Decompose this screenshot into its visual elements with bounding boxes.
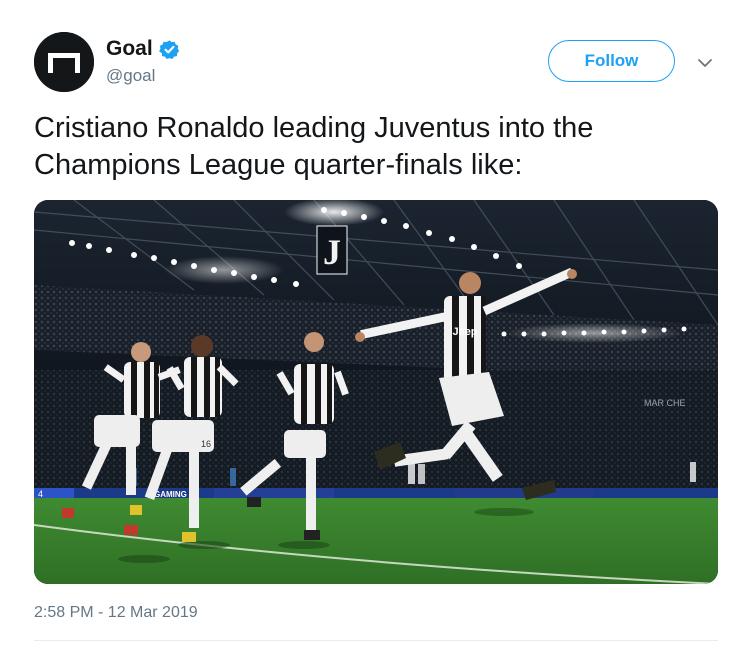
tweet-photo[interactable]: J MAR CHE 4 GAMING 16 Jeep: [34, 200, 718, 584]
shirt-number: 16: [201, 439, 211, 449]
follow-button[interactable]: Follow: [548, 40, 675, 82]
tweet-timestamp[interactable]: 2:58 PM - 12 Mar 2019: [34, 603, 198, 623]
tweet-card: Goal @goal Follow Cristiano Ronaldo lead…: [0, 0, 750, 650]
name-row: Goal: [106, 37, 180, 61]
goal-logo-icon: [34, 32, 94, 92]
divider: [34, 640, 718, 641]
celebration-photo: J MAR CHE 4 GAMING 16 Jeep: [34, 200, 718, 584]
board-number: 4: [38, 489, 43, 499]
verified-badge-icon: [158, 39, 179, 59]
tweet-text: Cristiano Ronaldo leading Juventus into …: [34, 112, 594, 181]
avatar[interactable]: [34, 32, 94, 92]
juventus-logo: J: [323, 232, 341, 272]
user-handle[interactable]: @goal: [106, 66, 155, 86]
jersey-sponsor: Jeep: [452, 326, 477, 338]
stand-sign: MAR CHE: [644, 398, 686, 408]
chevron-down-icon[interactable]: [696, 54, 714, 72]
display-name[interactable]: Goal: [106, 37, 153, 61]
board-text: GAMING: [154, 490, 187, 499]
